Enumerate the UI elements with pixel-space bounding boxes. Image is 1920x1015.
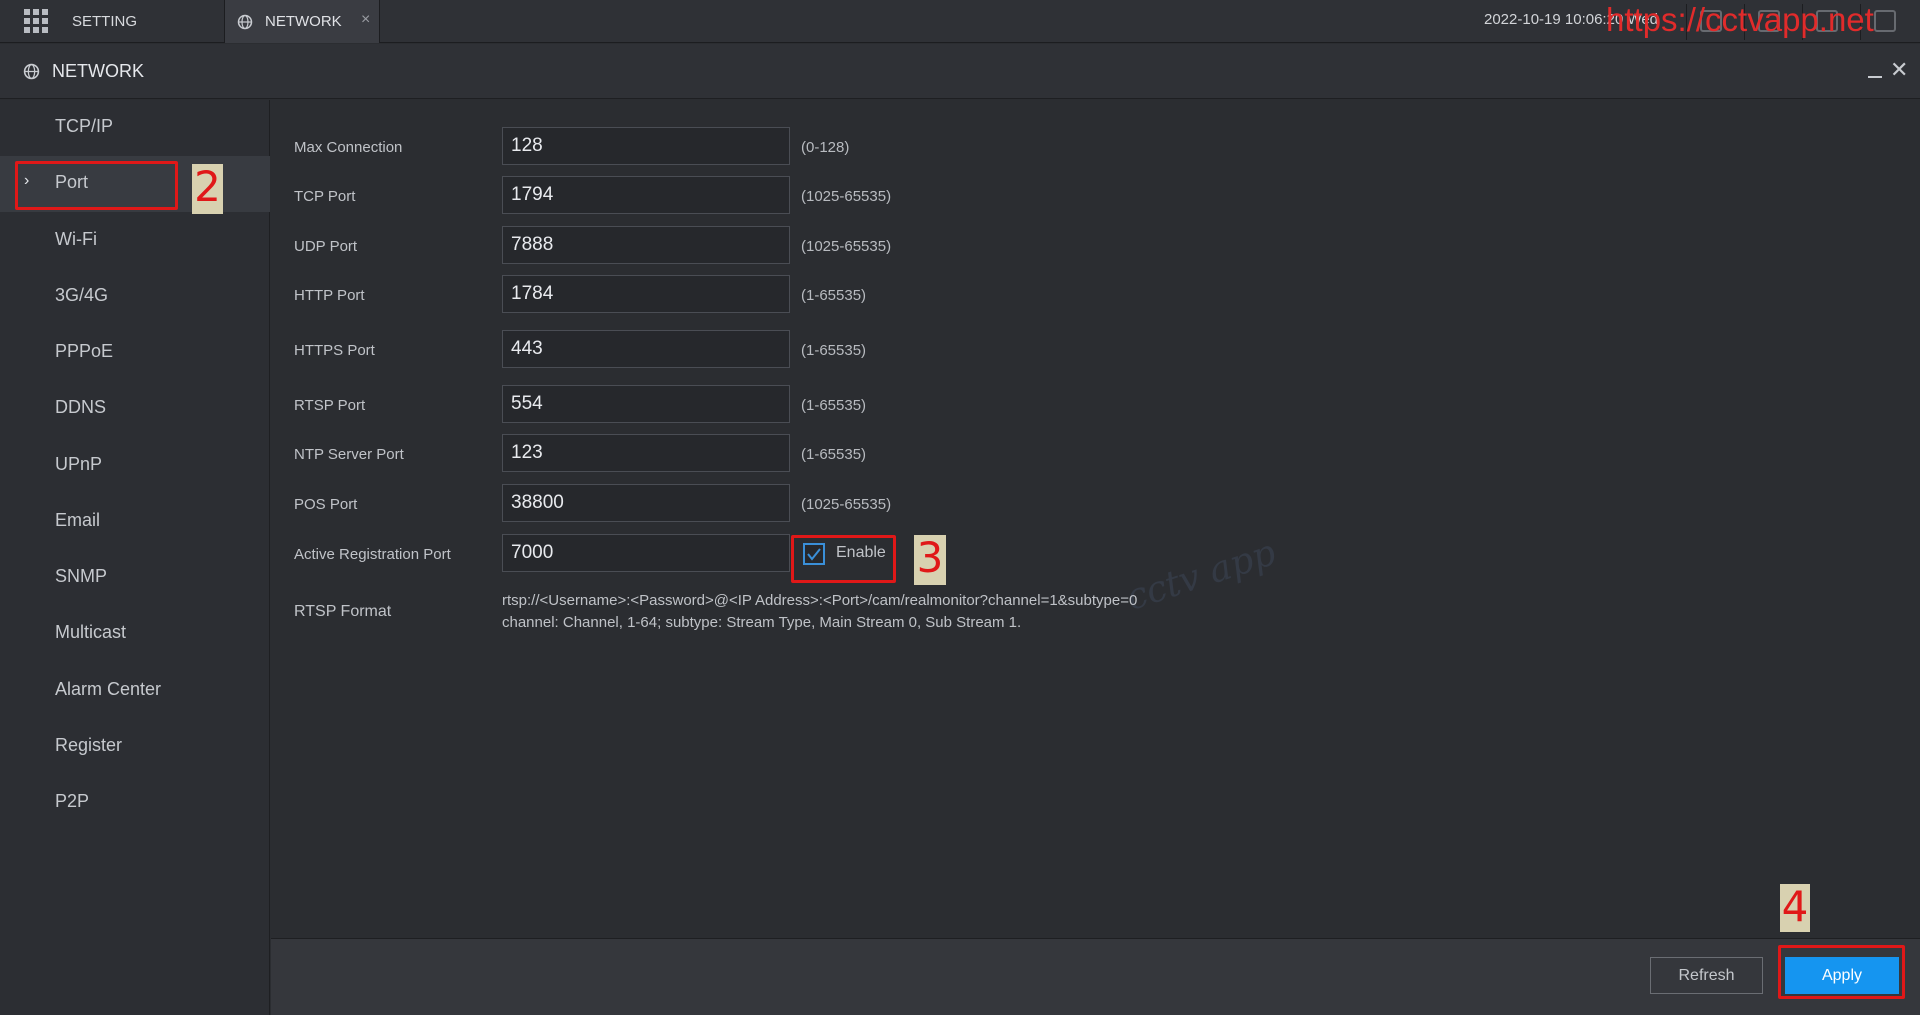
field-row-ntp-server-port: NTP Server Port 123 (1-65535) xyxy=(271,434,1920,474)
field-row-tcp-port: TCP Port 1794 (1025-65535) xyxy=(271,176,1920,216)
field-row-active-registration-port: Active Registration Port 7000 Enable xyxy=(271,534,1920,574)
sidebar-item-label: Register xyxy=(55,735,123,755)
setting-tab-label[interactable]: SETTING xyxy=(72,13,137,30)
sidebar-item-label: Alarm Center xyxy=(55,679,162,699)
sidebar-item-label: 3G/4G xyxy=(55,285,109,305)
window-header: NETWORK ✕ xyxy=(0,44,1920,99)
field-row-udp-port: UDP Port 7888 (1025-65535) xyxy=(271,226,1920,266)
window-title: NETWORK xyxy=(52,61,144,81)
step-badge-4: 4 xyxy=(1780,882,1810,932)
ntp-server-port-input[interactable]: 123 xyxy=(502,434,790,472)
field-range: (1025-65535) xyxy=(801,188,892,205)
rtsp-format-label: RTSP Format xyxy=(294,603,392,620)
tab-network-label: NETWORK xyxy=(265,13,342,30)
main-menu-grid-icon[interactable] xyxy=(24,9,48,33)
tab-network[interactable]: NETWORK × xyxy=(224,0,380,43)
sidebar-item-label: TCP/IP xyxy=(55,116,114,136)
field-row-pos-port: POS Port 38800 (1025-65535) xyxy=(271,484,1920,524)
field-range: (1025-65535) xyxy=(801,238,892,255)
field-label: TCP Port xyxy=(294,188,356,205)
field-range: (0-128) xyxy=(801,139,850,156)
max-connection-input[interactable]: 128 xyxy=(502,127,790,165)
sidebar-item-label: Email xyxy=(55,510,101,530)
sidebar-item-snmp[interactable]: SNMP xyxy=(0,550,270,606)
globe-icon xyxy=(23,63,40,80)
field-row-rtsp-port: RTSP Port 554 (1-65535) xyxy=(271,385,1920,425)
udp-port-input[interactable]: 7888 xyxy=(502,226,790,264)
globe-icon xyxy=(237,14,253,30)
field-range: (1-65535) xyxy=(801,446,867,463)
rtsp-format-note: channel: Channel, 1-64; subtype: Stream … xyxy=(502,614,1022,631)
http-port-input[interactable]: 1784 xyxy=(502,275,790,313)
field-range: (1-65535) xyxy=(801,342,867,359)
https-port-input[interactable]: 443 xyxy=(502,330,790,368)
sidebar-item-label: UPnP xyxy=(55,454,103,474)
rtsp-format-url: rtsp://<Username>:<Password>@<IP Address… xyxy=(502,592,1138,609)
pos-port-input[interactable]: 38800 xyxy=(502,484,790,522)
sidebar-item-register[interactable]: Register xyxy=(0,719,270,775)
field-range: (1025-65535) xyxy=(801,496,892,513)
port-settings-panel: cctv app Max Connection 128 (0-128) TCP … xyxy=(271,100,1920,938)
sidebar-nav: TCP/IP › Port Wi-Fi 3G/4G PPPoE DDNS UPn… xyxy=(0,100,270,1015)
sidebar-item-alarm-center[interactable]: Alarm Center xyxy=(0,663,270,719)
sidebar-item-label: SNMP xyxy=(55,566,108,586)
sidebar-item-label: Multicast xyxy=(55,622,127,642)
field-range: (1-65535) xyxy=(801,287,867,304)
display-icon[interactable] xyxy=(1874,10,1896,32)
sidebar-item-pppoe[interactable]: PPPoE xyxy=(0,325,270,381)
tcp-port-input[interactable]: 1794 xyxy=(502,176,790,214)
sidebar-item-multicast[interactable]: Multicast xyxy=(0,606,270,662)
field-label: HTTPS Port xyxy=(294,342,375,359)
sidebar-item-wifi[interactable]: Wi-Fi xyxy=(0,213,270,269)
sidebar-item-email[interactable]: Email xyxy=(0,494,270,550)
highlight-box-port xyxy=(15,161,178,210)
bottom-action-bar: Refresh Apply xyxy=(271,938,1920,1015)
sidebar-item-ddns[interactable]: DDNS xyxy=(0,381,270,437)
field-row-max-connection: Max Connection 128 (0-128) xyxy=(271,127,1920,167)
highlight-box-enable xyxy=(791,535,896,583)
sidebar-item-upnp[interactable]: UPnP xyxy=(0,438,270,494)
highlight-box-apply xyxy=(1778,945,1905,999)
field-label: UDP Port xyxy=(294,238,358,255)
sidebar-item-label: PPPoE xyxy=(55,341,114,361)
sidebar-item-label: P2P xyxy=(55,791,90,811)
field-label: RTSP Port xyxy=(294,397,366,414)
watermark-url: https://cctvapp.net xyxy=(1606,1,1874,38)
field-label: POS Port xyxy=(294,496,358,513)
field-label: Active Registration Port xyxy=(294,546,451,563)
field-row-https-port: HTTPS Port 443 (1-65535) xyxy=(271,330,1920,370)
refresh-button[interactable]: Refresh xyxy=(1650,957,1763,994)
step-badge-3: 3 xyxy=(914,535,946,585)
field-label: NTP Server Port xyxy=(294,446,404,463)
sidebar-item-tcpip[interactable]: TCP/IP xyxy=(0,100,270,156)
sidebar-item-p2p[interactable]: P2P xyxy=(0,775,270,831)
sidebar-item-label: Wi-Fi xyxy=(55,229,97,249)
field-row-http-port: HTTP Port 1784 (1-65535) xyxy=(271,275,1920,315)
field-range: (1-65535) xyxy=(801,397,867,414)
close-icon[interactable]: ✕ xyxy=(1890,57,1908,83)
step-badge-2: 2 xyxy=(192,164,223,214)
tab-close-icon[interactable]: × xyxy=(361,11,370,29)
sidebar-item-3g4g[interactable]: 3G/4G xyxy=(0,269,270,325)
field-label: Max Connection xyxy=(294,139,403,156)
sidebar-item-label: DDNS xyxy=(55,397,107,417)
field-label: HTTP Port xyxy=(294,287,365,304)
top-bar: SETTING NETWORK × 2022-10-19 10:06:20 We… xyxy=(0,0,1920,43)
active-registration-port-input[interactable]: 7000 xyxy=(502,534,790,572)
rtsp-port-input[interactable]: 554 xyxy=(502,385,790,423)
minimize-icon[interactable] xyxy=(1868,76,1882,78)
